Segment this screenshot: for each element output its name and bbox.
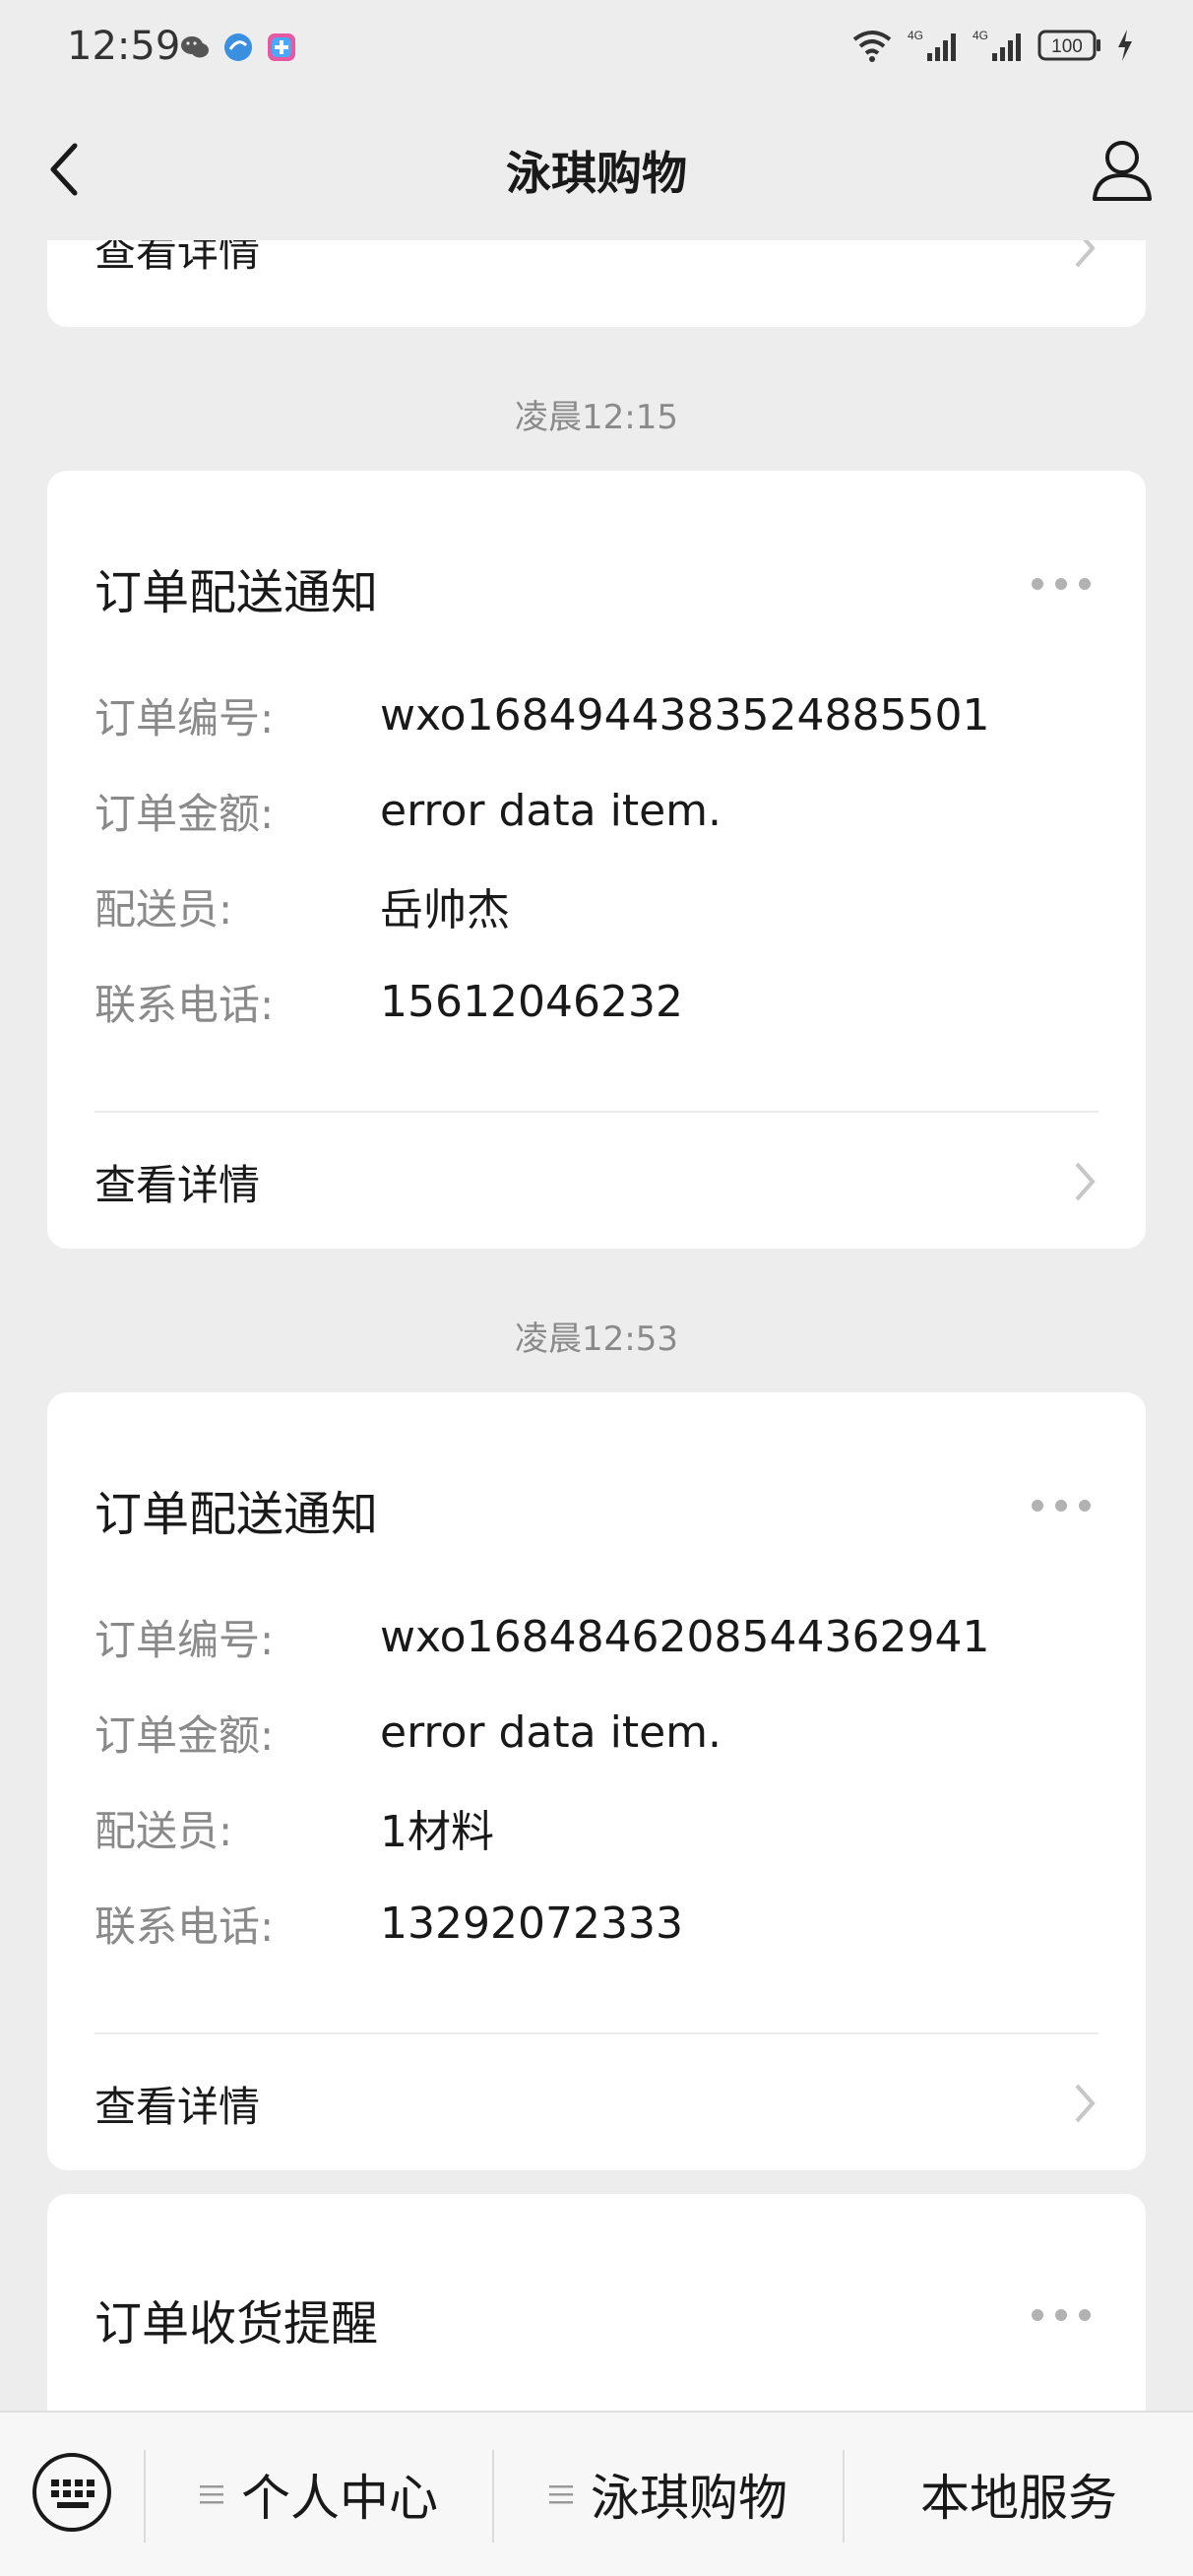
status-notification-icons — [179, 32, 297, 63]
message-timestamp: 凌晨12:53 — [515, 1320, 678, 1359]
bottom-menu-bar: 个人中心 泳琪购物 本地服务 — [0, 2411, 1193, 2576]
message-card-partial: 查看详情 — [47, 240, 1146, 327]
field-value: 13292072333 — [380, 1898, 683, 1949]
status-indicators: 4G 4G 100 — [850, 28, 1134, 63]
message-card: 订单配送通知 订单编号: wxo1684846208544362941 订单金额… — [47, 1392, 1146, 2170]
field-label: 订单编号: — [94, 693, 275, 742]
menu-item-label: 本地服务 — [920, 2470, 1117, 2527]
charging-icon — [1118, 30, 1132, 61]
card-title: 订单配送通知 — [94, 1487, 379, 1542]
menu-item-local-services[interactable]: 本地服务 — [845, 2448, 1193, 2541]
view-details-row[interactable]: 查看详情 — [94, 2044, 1099, 2162]
navigation-bar: 泳琪购物 — [0, 98, 1193, 240]
message-list[interactable]: 查看详情 凌晨12:15 订单配送通知 订单编号: wxo16849443835… — [0, 240, 1193, 2411]
message-timestamp: 凌晨12:15 — [515, 398, 678, 437]
menu-item-personal-center[interactable]: 个人中心 — [146, 2448, 492, 2541]
chevron-right-icon — [1075, 2084, 1096, 2123]
menu-item-label: 个人中心 — [241, 2470, 438, 2527]
chevron-right-icon — [1075, 240, 1096, 268]
field-value: wxo1684846208544362941 — [380, 1611, 990, 1662]
field-value: error data item. — [380, 785, 722, 836]
field-value: 15612046232 — [380, 976, 683, 1027]
view-details-row[interactable]: 查看详情 — [94, 240, 1099, 307]
field-value: 1材料 — [380, 1807, 494, 1857]
field-order-number: 订单编号: wxo1684846208544362941 — [94, 1607, 1099, 1666]
svg-text:4G: 4G — [973, 29, 988, 42]
status-bar: 12:59 4G 4G 100 — [0, 0, 1193, 98]
divider — [94, 1111, 1099, 1113]
user-profile-icon[interactable] — [1087, 134, 1158, 205]
divider — [94, 2032, 1099, 2034]
field-label: 配送员: — [94, 1806, 233, 1855]
battery-level: 100 — [1051, 36, 1083, 57]
menu-lines-icon — [200, 2485, 223, 2504]
message-card: 订单收货提醒 — [47, 2194, 1146, 2411]
more-options-icon[interactable] — [1032, 1499, 1091, 1513]
field-courier: 配送员: 岳帅杰 — [94, 876, 1099, 936]
field-value: error data item. — [380, 1707, 722, 1758]
field-label: 联系电话: — [94, 980, 275, 1029]
status-time: 12:59 — [67, 24, 181, 69]
field-label: 配送员: — [94, 884, 233, 934]
field-label: 订单编号: — [94, 1615, 275, 1664]
plus-app-icon — [268, 33, 295, 61]
field-phone: 联系电话: 13292072333 — [94, 1894, 1099, 1953]
field-label: 订单金额: — [94, 1710, 275, 1760]
wechat-icon — [181, 36, 209, 58]
more-options-icon[interactable] — [1032, 577, 1091, 591]
wifi-icon — [852, 31, 892, 62]
chevron-right-icon — [1075, 1162, 1096, 1201]
view-details-row[interactable]: 查看详情 — [94, 1123, 1099, 1241]
signal-icon: 4G — [908, 29, 956, 61]
field-phone: 联系电话: 15612046232 — [94, 972, 1099, 1031]
signal-icon-2: 4G — [973, 29, 1021, 61]
more-options-icon[interactable] — [1032, 2308, 1091, 2322]
svg-text:4G: 4G — [908, 29, 923, 42]
field-label: 订单金额: — [94, 789, 275, 838]
field-label: 联系电话: — [94, 1901, 275, 1951]
field-value: wxo1684944383524885501 — [380, 689, 990, 741]
battery-icon: 100 — [1037, 30, 1100, 61]
field-courier: 配送员: 1材料 — [94, 1798, 1099, 1858]
menu-item-label: 泳琪购物 — [591, 2470, 787, 2527]
field-value: 岳帅杰 — [380, 885, 510, 935]
card-title: 订单收货提醒 — [94, 2296, 379, 2351]
menu-item-shopping[interactable]: 泳琪购物 — [494, 2448, 843, 2541]
field-order-amount: 订单金额: error data item. — [94, 781, 1099, 840]
browser-app-icon — [224, 33, 252, 61]
menu-lines-icon — [549, 2485, 573, 2504]
field-order-amount: 订单金额: error data item. — [94, 1703, 1099, 1762]
view-details-label: 查看详情 — [94, 1160, 261, 1209]
view-details-label: 查看详情 — [94, 2082, 261, 2131]
message-card: 订单配送通知 订单编号: wxo1684944383524885501 订单金额… — [47, 471, 1146, 1249]
card-title: 订单配送通知 — [94, 565, 379, 620]
keyboard-icon[interactable] — [30, 2450, 114, 2535]
view-details-label: 查看详情 — [94, 240, 261, 276]
page-title: 泳琪购物 — [506, 147, 687, 200]
field-order-number: 订单编号: wxo1684944383524885501 — [94, 685, 1099, 744]
